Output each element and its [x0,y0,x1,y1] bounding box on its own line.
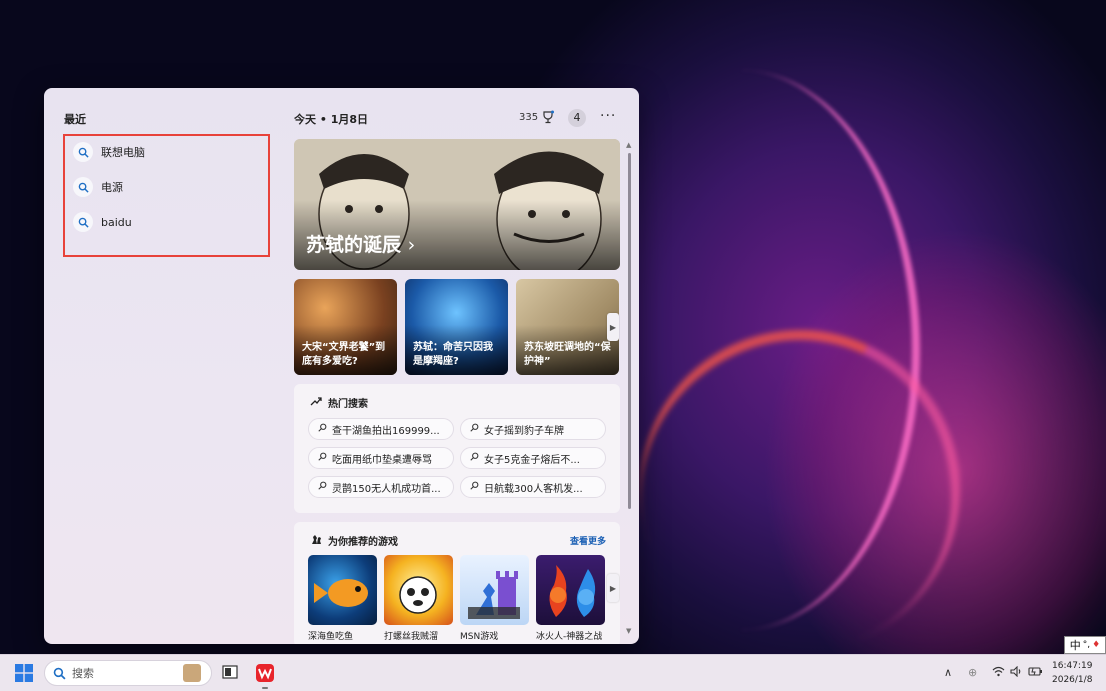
recent-title: 最近 [64,113,86,126]
search-icon [73,142,93,162]
search-icon [318,481,327,493]
windows-start-icon[interactable] [15,664,33,686]
game-tile-0[interactable] [308,555,377,625]
network-tray-icon[interactable]: ⊕ [968,666,977,679]
hot-search-item-2[interactable]: 吃面用纸巾垫桌遭辱骂 [308,447,454,469]
more-options-button[interactable]: ··· [600,108,616,124]
fish-icon [314,579,368,607]
task-view-icon[interactable] [221,663,241,683]
hero-title: 苏轼的诞辰 › [306,234,416,256]
active-app-indicator [262,687,268,689]
recent-item-1[interactable]: 电源 [73,176,123,198]
wifi-icon[interactable] [992,666,1005,680]
fire-water-icon [549,565,596,617]
game-name: 深海鱼吃鱼 [308,632,354,642]
search-icon [73,212,93,232]
game-name: 冰火人-神器之战 [536,632,603,642]
hot-search-section: 热门搜索 查干湖鱼拍出169999... 女子摇到豹子车牌 吃面用纸巾垫桌遭辱骂… [294,384,620,513]
games-section: 为你推荐的游戏 查看更多 深海鱼吃鱼 打螺丝我贼溜 MSN游戏 冰火人-神器之战… [294,522,620,644]
trending-icon [310,396,322,409]
hot-search-item-1[interactable]: 女子摇到豹子车牌 [460,418,606,440]
recent-item-label: 电源 [101,181,123,194]
news-card-1[interactable]: 苏轼：命苦只因我是摩羯座? [405,279,508,375]
ime-punctuation-icon: °, [1082,640,1091,650]
game-tile-3[interactable] [536,555,605,625]
search-highlight-avatar [183,664,201,682]
game-tile-1[interactable] [384,555,453,625]
chess-icon [310,533,322,548]
chevron-right-icon: › [407,234,416,256]
scroll-up-icon[interactable]: ▲ [626,141,631,149]
game-tile-2[interactable] [460,555,529,625]
hot-search-item-0[interactable]: 查干湖鱼拍出169999... [308,418,454,440]
search-icon [470,481,479,493]
today-label: 今天 [294,113,316,126]
card-title: 大宋“文界老饕”到底有多爱吃? [302,342,386,367]
search-icon [470,423,479,435]
hot-search-item-4[interactable]: 灵鹊150无人机成功首... [308,476,454,498]
card-title: 苏东坡旺调地的“保护神” [524,342,611,367]
today-date: 1月8日 [330,113,369,126]
see-more-link[interactable]: 查看更多 [570,534,606,547]
games-title: 为你推荐的游戏 [328,537,398,548]
clock-time: 16:47:19 [1052,661,1093,671]
hot-search-item-3[interactable]: 女子5克金子熔后不... [460,447,606,469]
notification-badge[interactable]: 4 [568,109,586,127]
cards-next-button[interactable]: ▶ [607,313,619,341]
panda-face-icon [399,576,437,614]
hot-search-header: 热门搜索 [310,395,368,410]
ime-mode-label: 中 [1069,639,1081,652]
ime-skin-icon: ♦ [1092,640,1101,650]
rewards-trophy-icon[interactable] [541,109,555,128]
game-name: MSN游戏 [460,632,499,642]
hot-search-item-5[interactable]: 日航载300人客机发... [460,476,606,498]
search-panel: 最近 联想电脑 电源 baidu 今天 • 1月8日 335 4 ··· 苏轼的… [44,88,639,644]
hero-card[interactable]: 苏轼的诞辰 › [294,139,620,270]
chevron-right-icon: ▶ [609,583,617,593]
news-card-0[interactable]: 大宋“文界老饕”到底有多爱吃? [294,279,397,375]
game-name: 打螺丝我贼溜 [384,632,439,642]
taskbar-clock[interactable]: 16:47:19 2026/1/8 [1052,659,1092,687]
recent-item-0[interactable]: 联想电脑 [73,141,145,163]
taskbar-search-placeholder: 搜索 [72,667,94,680]
card-title: 苏轼：命苦只因我是摩羯座? [413,342,493,367]
recent-item-label: 联想电脑 [101,146,145,159]
hot-search-title: 热门搜索 [328,399,368,410]
battery-icon[interactable] [1028,666,1043,680]
search-icon [470,452,479,464]
search-icon [73,177,93,197]
taskbar: 搜索 ∧ ⊕ 16:47:19 2026/1/8 [0,654,1106,691]
search-icon [53,667,66,680]
wps-office-icon[interactable] [255,663,275,683]
today-header: 今天 • 1月8日 [294,111,368,127]
dot-separator: • [319,113,331,126]
games-header: 为你推荐的游戏 [310,533,398,548]
search-icon [318,452,327,464]
taskbar-search-box[interactable]: 搜索 [44,660,212,686]
games-next-button[interactable]: ▶ [607,574,619,602]
search-icon [318,423,327,435]
content-feed[interactable]: 苏轼的诞辰 › 大宋“文界老饕”到底有多爱吃? 苏轼：命苦只因我是摩羯座? 苏东… [294,139,620,644]
chevron-up-icon[interactable]: ∧ [944,666,952,679]
ime-indicator[interactable]: 中 °, ♦ [1064,636,1106,654]
recent-item-2[interactable]: baidu [73,211,132,233]
chevron-right-icon: ▶ [609,322,617,332]
chess-pieces-icon [468,571,520,619]
volume-icon[interactable] [1010,665,1023,680]
recent-item-label: baidu [101,215,132,229]
news-card-2[interactable]: 苏东坡旺调地的“保护神” [516,279,619,375]
scroll-down-icon[interactable]: ▼ [626,627,631,635]
recent-highlight-box: 联想电脑 电源 baidu [63,134,270,257]
scrollbar-thumb[interactable] [628,153,631,509]
clock-date: 2026/1/8 [1052,675,1093,685]
rewards-points[interactable]: 335 [519,112,538,123]
news-cards: 大宋“文界老饕”到底有多爱吃? 苏轼：命苦只因我是摩羯座? 苏东坡旺调地的“保护… [294,279,620,375]
feed-scrollbar[interactable]: ▲ ▼ [626,139,634,639]
